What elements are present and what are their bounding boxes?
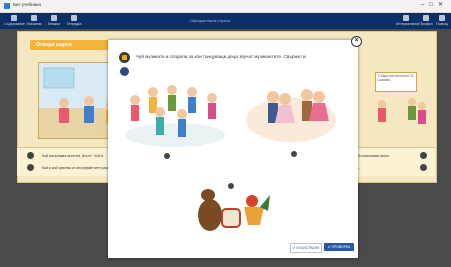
books-icon bbox=[51, 15, 57, 21]
dancing-children-picture bbox=[378, 98, 426, 124]
exercise-instruction: Чуй музиката и сподели за кои танцуващи … bbox=[136, 54, 307, 59]
toolbar-item-profile[interactable]: Профил bbox=[416, 15, 436, 26]
toolbar-item-books[interactable]: Книжки bbox=[44, 15, 64, 26]
connection-dot-1[interactable] bbox=[164, 153, 170, 159]
toolbar-item-contents[interactable]: Съдържание bbox=[4, 15, 25, 26]
connection-dot-2[interactable] bbox=[291, 151, 297, 157]
exercise-dialog: × Чуй музиката и сподели за кои танцуващ… bbox=[108, 36, 362, 258]
couple-dance-picture[interactable] bbox=[241, 85, 336, 145]
window-controls[interactable]: –□✕ bbox=[421, 1, 448, 8]
toolbar-center-title: Официалната страна bbox=[190, 18, 230, 23]
song-card[interactable]: "Стари лятна песен" Б. Сказово bbox=[375, 72, 417, 92]
interactive-icon bbox=[403, 15, 409, 21]
toolbar-item-interactive[interactable]: Интерактивни bbox=[396, 15, 419, 26]
app-icon bbox=[4, 3, 10, 9]
toolbar-item-notebook[interactable]: Тетрадка bbox=[64, 15, 84, 26]
profile-icon bbox=[423, 15, 429, 21]
menu-icon bbox=[11, 15, 17, 21]
page-header: Отвори шарен bbox=[30, 40, 116, 50]
play-question-4-icon[interactable] bbox=[420, 164, 427, 171]
dancing-illustration bbox=[370, 92, 432, 142]
speaker-icon[interactable] bbox=[119, 52, 130, 63]
app-toolbar: Съдържание Указания Книжки Тетрадка Офиц… bbox=[0, 13, 451, 29]
microphone-icon[interactable] bbox=[120, 67, 129, 76]
check-button[interactable]: ✔ ПРОВЕРКА bbox=[324, 243, 354, 251]
book-icon bbox=[31, 15, 37, 21]
play-question-3-icon[interactable] bbox=[420, 152, 427, 159]
window-title: Бит учебника bbox=[13, 2, 41, 7]
circle-dance-picture[interactable] bbox=[120, 80, 230, 150]
play-question-1-icon[interactable] bbox=[27, 152, 34, 159]
close-icon[interactable]: × bbox=[351, 36, 362, 47]
musicians-picture[interactable] bbox=[192, 185, 272, 235]
play-question-2-icon[interactable] bbox=[27, 164, 34, 171]
reset-button[interactable]: ↺ ИЗЧИСТВАНЕ bbox=[290, 243, 322, 253]
help-icon bbox=[439, 15, 445, 21]
question-1: Кой изпълнява песента „Жълт“. Кой е. bbox=[42, 154, 105, 158]
toolbar-item-guide[interactable]: Указания bbox=[24, 15, 44, 26]
toolbar-item-help[interactable]: Помощ bbox=[434, 15, 450, 26]
window-titlebar: Бит учебника –□✕ bbox=[0, 0, 451, 13]
notebook-icon bbox=[71, 15, 77, 21]
